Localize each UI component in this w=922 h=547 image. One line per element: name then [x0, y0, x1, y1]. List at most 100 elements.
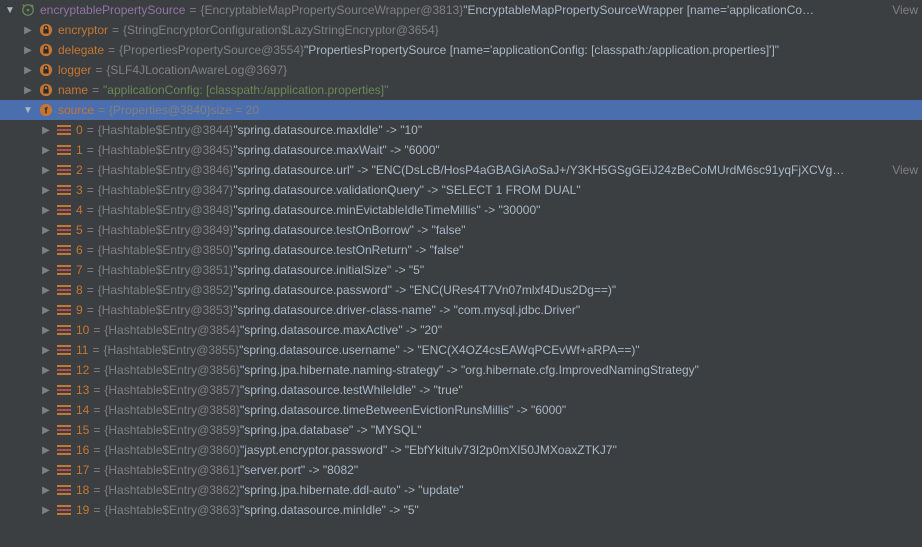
map-entry-icon: [56, 382, 72, 398]
object-type: {SLF4JLocationAwareLog@3697}: [106, 63, 287, 77]
entry-keyvalue: "server.port" -> "8082": [240, 463, 358, 477]
expand-arrow-icon[interactable]: ▶: [40, 305, 52, 316]
field-name: source: [58, 103, 94, 117]
expand-arrow-icon[interactable]: ▶: [40, 145, 52, 156]
entry-index: 13: [76, 383, 89, 397]
expand-arrow-icon[interactable]: ▶: [22, 85, 34, 96]
tree-row-field[interactable]: ▶delegate = {PropertiesPropertySource@35…: [0, 40, 922, 60]
expand-arrow-icon[interactable]: ▶: [40, 125, 52, 136]
tree-row-entry[interactable]: ▶6 = {Hashtable$Entry@3850} "spring.data…: [0, 240, 922, 260]
entry-index: 12: [76, 363, 89, 377]
expand-arrow-icon[interactable]: ▶: [40, 205, 52, 216]
tree-row-entry[interactable]: ▶18 = {Hashtable$Entry@3862} "spring.jpa…: [0, 480, 922, 500]
tree-row-entry[interactable]: ▶13 = {Hashtable$Entry@3857} "spring.dat…: [0, 380, 922, 400]
object-type: {Hashtable$Entry@3845}: [98, 143, 234, 157]
entry-keyvalue: "spring.datasource.url" -> "ENC(DsLcB/Ho…: [233, 163, 844, 177]
expand-arrow-icon[interactable]: ▶: [40, 425, 52, 436]
map-entry-icon: [56, 162, 72, 178]
entry-index: 7: [76, 263, 83, 277]
tree-row-entry[interactable]: ▶0 = {Hashtable$Entry@3844} "spring.data…: [0, 120, 922, 140]
tree-row-entry[interactable]: ▶3 = {Hashtable$Entry@3847} "spring.data…: [0, 180, 922, 200]
tree-row-entry[interactable]: ▶15 = {Hashtable$Entry@3859} "spring.jpa…: [0, 420, 922, 440]
object-type: {Hashtable$Entry@3859}: [104, 423, 240, 437]
object-type: {Hashtable$Entry@3855}: [103, 343, 239, 357]
expand-arrow-icon[interactable]: ▶: [40, 345, 52, 356]
expand-arrow-icon[interactable]: ▶: [40, 485, 52, 496]
tree-row-entry[interactable]: ▶4 = {Hashtable$Entry@3848} "spring.data…: [0, 200, 922, 220]
view-link[interactable]: View: [886, 163, 918, 177]
entry-index: 17: [76, 463, 89, 477]
object-type: {Hashtable$Entry@3862}: [104, 483, 240, 497]
object-value: "EncryptableMapPropertySourceWrapper [na…: [463, 3, 814, 17]
object-type: {Hashtable$Entry@3852}: [98, 283, 234, 297]
tree-row-entry[interactable]: ▶7 = {Hashtable$Entry@3851} "spring.data…: [0, 260, 922, 280]
entry-index: 19: [76, 503, 89, 517]
expand-arrow-icon[interactable]: ▶: [40, 405, 52, 416]
object-type: {PropertiesPropertySource@3554}: [119, 43, 304, 57]
tree-row-entry[interactable]: ▶9 = {Hashtable$Entry@3853} "spring.data…: [0, 300, 922, 320]
entry-keyvalue: "spring.datasource.maxActive" -> "20": [240, 323, 442, 337]
tree-row-entry[interactable]: ▶16 = {Hashtable$Entry@3860} "jasypt.enc…: [0, 440, 922, 460]
map-entry-icon: [56, 222, 72, 238]
lock-icon: [38, 22, 54, 38]
entry-keyvalue: "spring.datasource.initialSize" -> "5": [233, 263, 424, 277]
tree-row-field[interactable]: ▶encryptor = {StringEncryptorConfigurati…: [0, 20, 922, 40]
entry-keyvalue: "spring.datasource.minEvictableIdleTimeM…: [233, 203, 540, 217]
tree-row-field[interactable]: ▶name = "applicationConfig: [classpath:/…: [0, 80, 922, 100]
expand-arrow-icon[interactable]: ▶: [40, 385, 52, 396]
expand-arrow-icon[interactable]: ▶: [40, 505, 52, 516]
entry-index: 15: [76, 423, 89, 437]
tree-row-entry[interactable]: ▶1 = {Hashtable$Entry@3845} "spring.data…: [0, 140, 922, 160]
expand-arrow-icon[interactable]: ▶: [40, 225, 52, 236]
object-type: {Hashtable$Entry@3861}: [104, 463, 240, 477]
expand-arrow-icon[interactable]: ▶: [22, 45, 34, 56]
view-link[interactable]: View: [886, 3, 918, 17]
expand-arrow-icon[interactable]: ▶: [40, 185, 52, 196]
collapse-arrow-icon[interactable]: ▼: [22, 105, 34, 116]
map-entry-icon: [56, 302, 72, 318]
lock-icon: [38, 42, 54, 58]
entry-index: 18: [76, 483, 89, 497]
entry-index: 0: [76, 123, 83, 137]
expand-arrow-icon[interactable]: ▶: [22, 25, 34, 36]
map-entry-icon: [56, 282, 72, 298]
expand-arrow-icon[interactable]: ▶: [40, 285, 52, 296]
expand-arrow-icon[interactable]: ▶: [40, 365, 52, 376]
tree-row-entry[interactable]: ▶11 = {Hashtable$Entry@3855} "spring.dat…: [0, 340, 922, 360]
object-type: {Hashtable$Entry@3844}: [98, 123, 234, 137]
entry-keyvalue: "spring.datasource.password" -> "ENC(URe…: [233, 283, 616, 297]
tree-row-entry[interactable]: ▶19 = {Hashtable$Entry@3863} "spring.dat…: [0, 500, 922, 520]
tree-row-entry[interactable]: ▶10 = {Hashtable$Entry@3854} "spring.dat…: [0, 320, 922, 340]
map-entry-icon: [56, 402, 72, 418]
expand-arrow-icon[interactable]: ▶: [40, 445, 52, 456]
entry-index: 5: [76, 223, 83, 237]
field-name: logger: [58, 63, 91, 77]
tree-row-entry[interactable]: ▶17 = {Hashtable$Entry@3861} "server.por…: [0, 460, 922, 480]
map-entry-icon: [56, 462, 72, 478]
tree-row-entry[interactable]: ▶5 = {Hashtable$Entry@3849} "spring.data…: [0, 220, 922, 240]
collapse-arrow-icon[interactable]: ▼: [4, 5, 16, 16]
expand-arrow-icon[interactable]: ▶: [40, 165, 52, 176]
tree-row-entry[interactable]: ▶8 = {Hashtable$Entry@3852} "spring.data…: [0, 280, 922, 300]
entry-index: 10: [76, 323, 89, 337]
entry-index: 9: [76, 303, 83, 317]
expand-arrow-icon[interactable]: ▶: [40, 325, 52, 336]
entry-keyvalue: "spring.datasource.driver-class-name" ->…: [233, 303, 580, 317]
object-type: {Hashtable$Entry@3849}: [98, 223, 234, 237]
expand-arrow-icon[interactable]: ▶: [22, 65, 34, 76]
entry-index: 8: [76, 283, 83, 297]
expand-arrow-icon[interactable]: ▶: [40, 245, 52, 256]
tree-row-entry[interactable]: ▶14 = {Hashtable$Entry@3858} "spring.dat…: [0, 400, 922, 420]
field-value: "applicationConfig: [classpath:/applicat…: [103, 83, 388, 97]
object-type: {Hashtable$Entry@3851}: [98, 263, 234, 277]
map-entry-icon: [56, 322, 72, 338]
tree-row-entry[interactable]: ▶2 = {Hashtable$Entry@3846} "spring.data…: [0, 160, 922, 180]
tree-row-root[interactable]: ▼encryptablePropertySource = {Encryptabl…: [0, 0, 922, 20]
tree-row-source[interactable]: ▼source = {Properties@3840} size = 20: [0, 100, 922, 120]
entry-keyvalue: "spring.jpa.hibernate.ddl-auto" -> "upda…: [240, 483, 464, 497]
expand-arrow-icon[interactable]: ▶: [40, 465, 52, 476]
tree-row-field[interactable]: ▶logger = {SLF4JLocationAwareLog@3697}: [0, 60, 922, 80]
expand-arrow-icon[interactable]: ▶: [40, 265, 52, 276]
object-type: {Hashtable$Entry@3857}: [104, 383, 240, 397]
tree-row-entry[interactable]: ▶12 = {Hashtable$Entry@3856} "spring.jpa…: [0, 360, 922, 380]
